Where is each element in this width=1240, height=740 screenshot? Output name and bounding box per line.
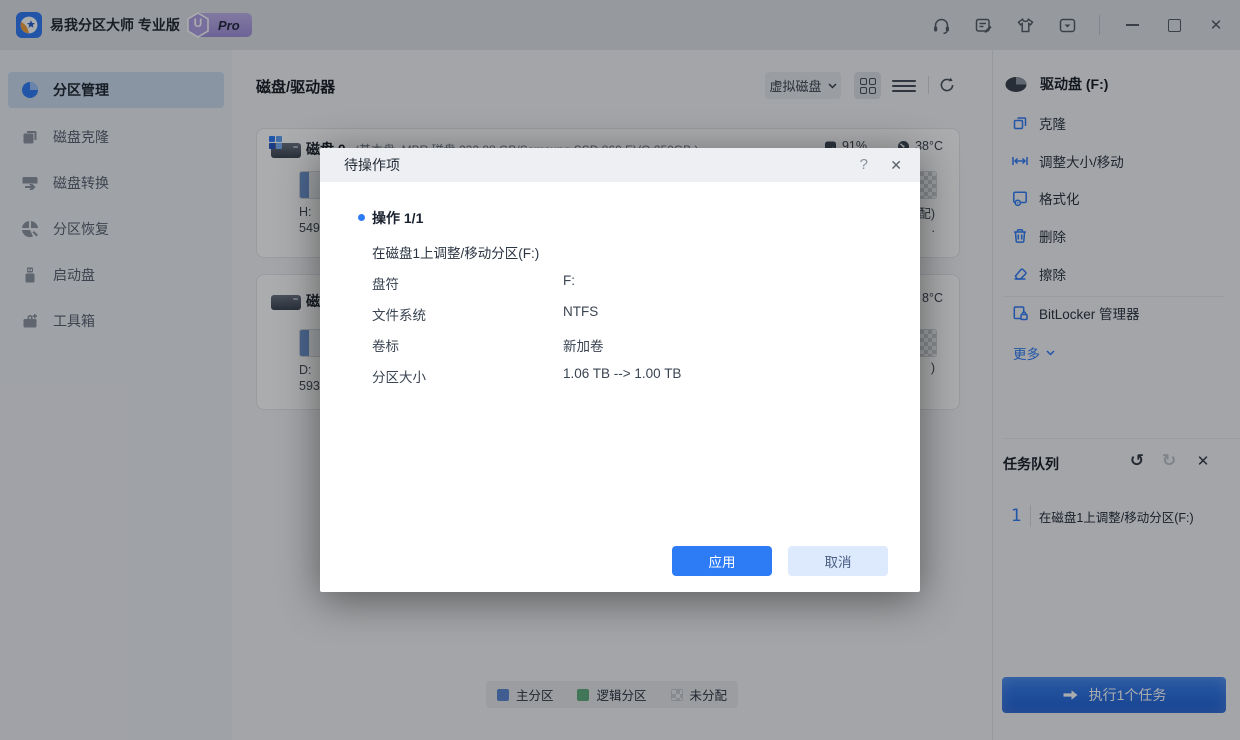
bullet-dot-icon [358,214,365,221]
pending-operations-dialog: 待操作项 ? ✕ 操作 1/1 在磁盘1上调整/移动分区(F:) 盘符 F: 文… [320,148,920,592]
detail-row-drive-letter: 盘符 F: [372,273,575,292]
detail-row-volume-label: 卷标 新加卷 [372,339,604,354]
dialog-buttons: 应用 取消 [672,546,888,576]
apply-button[interactable]: 应用 [672,546,772,576]
operation-description: 在磁盘1上调整/移动分区(F:) [372,246,540,261]
detail-row-filesystem: 文件系统 NTFS [372,304,599,323]
dialog-body: 操作 1/1 在磁盘1上调整/移动分区(F:) 盘符 F: 文件系统 NTFS … [358,182,888,386]
app-window: 易我分区大师 专业版 U Pro ✕ 分区管理 磁盘克隆 磁盘转换 分区恢复 启… [0,0,1240,740]
operation-header: 操作 1/1 [358,208,888,228]
cancel-button[interactable]: 取消 [788,546,888,576]
detail-row-partition-size: 分区大小 1.06 TB --> 1.00 TB [372,366,682,385]
dialog-help-icon[interactable]: ? [860,148,868,182]
dialog-title: 待操作项 [344,157,400,173]
dialog-header: 待操作项 ? ✕ [320,148,920,182]
dialog-close-icon[interactable]: ✕ [890,148,902,182]
